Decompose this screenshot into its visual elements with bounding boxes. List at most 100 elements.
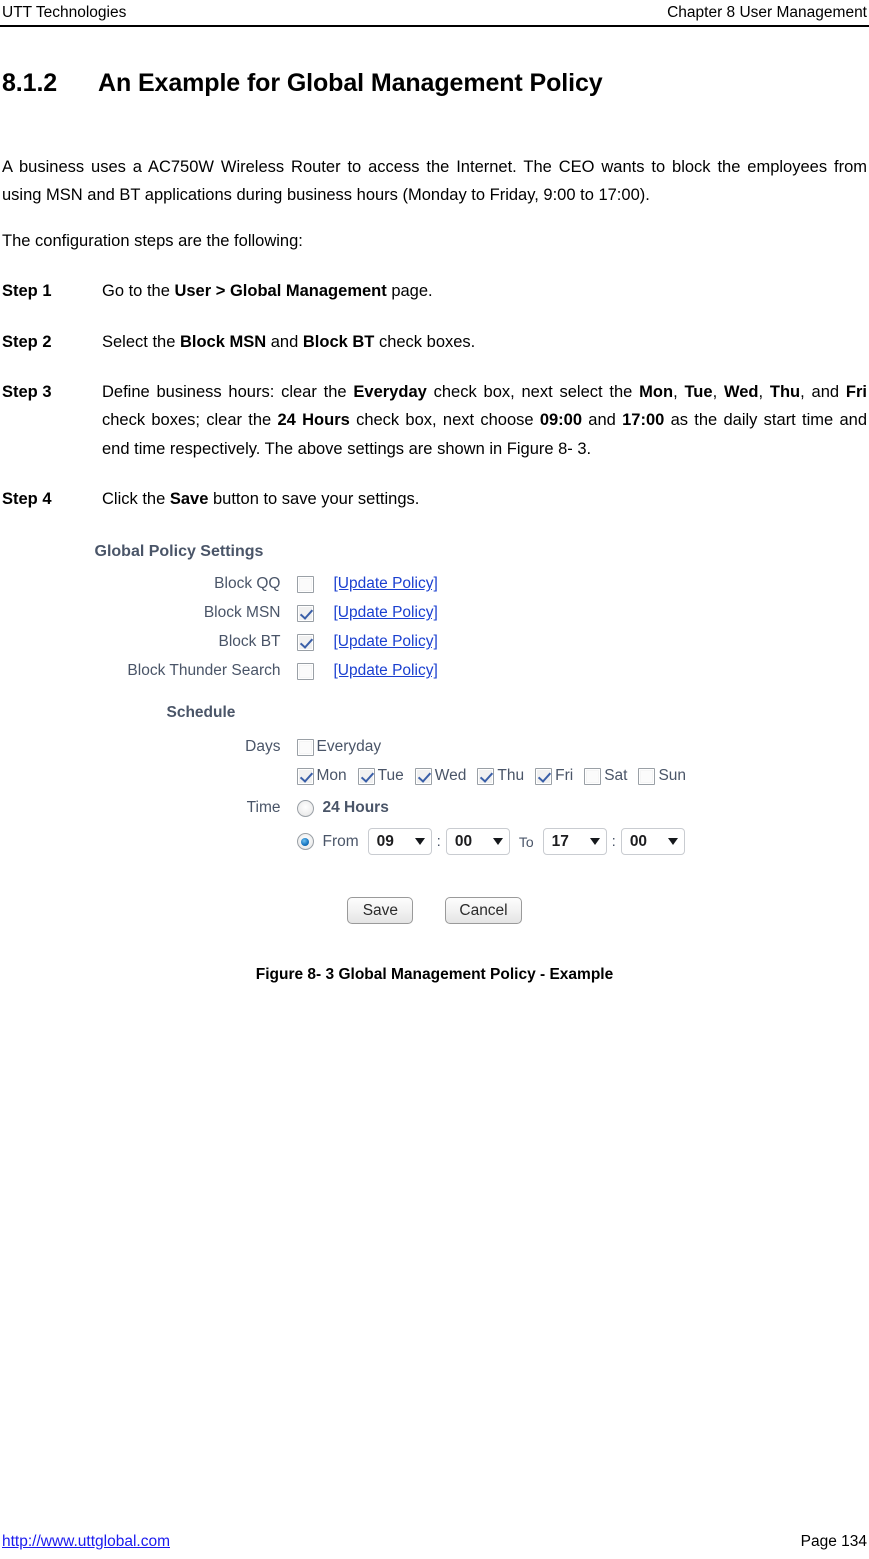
mon-checkbox-group[interactable]: Mon <box>296 767 347 785</box>
schedule-section-header: Schedule <box>85 704 785 722</box>
thu-checkbox[interactable] <box>477 767 495 785</box>
step-item: Step 3 Define business hours: clear the … <box>2 378 867 463</box>
block-bt-checkbox[interactable] <box>296 633 314 651</box>
page-content: 8.1.2 An Example for Global Management Po… <box>0 69 869 984</box>
figure-caption: Figure 8- 3 Global Management Policy - E… <box>255 966 614 984</box>
mon-label: Mon <box>316 767 347 785</box>
step-label: Step 2 <box>2 332 52 351</box>
running-footer: http://www.uttglobal.com Page 134 <box>0 1533 869 1551</box>
24hours-radio[interactable] <box>296 799 314 817</box>
sat-label: Sat <box>604 767 628 785</box>
footer-page-number: Page 134 <box>800 1533 867 1550</box>
step-item: Step 1 Go to the User > Global Managemen… <box>2 277 867 305</box>
days-label: Days <box>245 738 281 756</box>
from-label: From <box>322 832 359 850</box>
router-admin-form: Global Policy Settings Block QQ [Update … <box>85 543 785 925</box>
header-company-name: UTT Technologies <box>2 4 127 22</box>
block-qq-checkbox[interactable] <box>296 575 314 593</box>
block-bt-update-policy-link[interactable]: [Update Policy] <box>334 633 438 651</box>
from-hour-select[interactable]: 09 <box>367 828 432 856</box>
step-label: Step 1 <box>2 282 52 301</box>
global-policy-settings-title: Global Policy Settings <box>94 543 264 561</box>
step-body: Select the Block MSN and Block BT check … <box>102 332 476 351</box>
step-body: Go to the User > Global Management page. <box>102 282 433 301</box>
intro-paragraph: A business uses a AC750W Wireless Router… <box>2 158 867 205</box>
step-item: Step 2 Select the Block MSN and Block BT… <box>2 328 867 356</box>
to-hour-select[interactable]: 17 <box>542 828 607 856</box>
to-hour-value: 17 <box>551 832 569 850</box>
chevron-down-icon <box>589 838 600 846</box>
block-thunder-search-update-policy-link[interactable]: [Update Policy] <box>334 662 438 680</box>
wed-checkbox[interactable] <box>414 767 432 785</box>
wed-label: Wed <box>434 767 467 785</box>
fri-label: Fri <box>555 767 574 785</box>
sat-checkbox[interactable] <box>584 767 602 785</box>
form-action-buttons: Save Cancel <box>85 897 785 925</box>
fri-checkbox[interactable] <box>535 767 553 785</box>
step-body: Click the Save button to save your setti… <box>102 490 420 508</box>
weekday-checkbox-row: Mon Tue Wed Thu Fri Sat Sun <box>85 767 785 785</box>
24hours-label: 24 Hours <box>322 799 389 817</box>
block-qq-update-policy-link[interactable]: [Update Policy] <box>334 575 438 593</box>
sun-label: Sun <box>658 767 687 785</box>
to-time-colon: : <box>611 833 616 851</box>
page-title: 8.1.2 An Example for Global Management Po… <box>2 69 867 98</box>
step-label: Step 4 <box>2 490 52 508</box>
fri-checkbox-group[interactable]: Fri <box>535 767 573 785</box>
to-minute-select[interactable]: 00 <box>620 828 685 856</box>
policy-label: Block BT <box>218 633 281 651</box>
tue-checkbox-group[interactable]: Tue <box>357 767 404 785</box>
chevron-down-icon <box>492 838 503 846</box>
schedule-days-row: Days Everyday <box>85 738 785 756</box>
sun-checkbox[interactable] <box>638 767 656 785</box>
time-24hours-row: Time 24 Hours <box>85 799 785 817</box>
from-radio[interactable] <box>296 833 314 851</box>
policy-row-block-thunder-search: Block Thunder Search [Update Policy] <box>85 662 785 680</box>
header-chapter-title: Chapter 8 User Management <box>667 4 867 22</box>
steps-list: Step 1 Go to the User > Global Managemen… <box>2 277 867 513</box>
policy-row-block-msn: Block MSN [Update Policy] <box>85 604 785 622</box>
sun-checkbox-group[interactable]: Sun <box>638 767 686 785</box>
footer-website-link[interactable]: http://www.uttglobal.com <box>2 1533 170 1551</box>
everyday-label: Everyday <box>316 738 382 756</box>
from-minute-select[interactable]: 00 <box>445 828 510 856</box>
section-number: 8.1.2 <box>2 69 58 97</box>
thu-label: Thu <box>497 767 525 785</box>
from-minute-value: 00 <box>454 832 473 850</box>
chevron-down-icon <box>667 838 678 846</box>
step-body: Define business hours: clear the Everyda… <box>102 382 868 458</box>
block-thunder-search-checkbox[interactable] <box>296 662 314 680</box>
everyday-checkbox-group[interactable]: Everyday <box>296 738 382 756</box>
sat-checkbox-group[interactable]: Sat <box>584 767 627 785</box>
cancel-button[interactable]: Cancel <box>445 897 522 925</box>
chevron-down-icon <box>414 838 425 846</box>
time-range-row: From 09 : 00 To 17 : 00 <box>85 828 785 856</box>
tue-checkbox[interactable] <box>357 767 375 785</box>
to-label: To <box>518 833 534 850</box>
schedule-title: Schedule <box>166 704 236 722</box>
from-time-colon: : <box>436 833 441 851</box>
policy-row-block-bt: Block BT [Update Policy] <box>85 633 785 651</box>
mon-checkbox[interactable] <box>296 767 314 785</box>
24hours-radio-group[interactable]: 24 Hours <box>296 799 389 817</box>
step-label: Step 3 <box>2 382 52 401</box>
time-label: Time <box>246 799 281 817</box>
from-hour-value: 09 <box>376 832 394 850</box>
wed-checkbox-group[interactable]: Wed <box>414 767 467 785</box>
policy-label: Block Thunder Search <box>127 662 281 680</box>
section-heading-text: An Example for Global Management Policy <box>98 69 603 97</box>
policy-row-block-qq: Block QQ [Update Policy] <box>85 575 785 593</box>
thu-checkbox-group[interactable]: Thu <box>477 767 524 785</box>
tue-label: Tue <box>377 767 404 785</box>
block-msn-checkbox[interactable] <box>296 604 314 622</box>
save-button[interactable]: Save <box>347 897 414 925</box>
to-minute-value: 00 <box>629 832 648 850</box>
running-header: UTT Technologies Chapter 8 User Manageme… <box>0 0 869 27</box>
policy-label: Block MSN <box>203 604 281 622</box>
steps-lead-in: The configuration steps are the followin… <box>2 231 303 250</box>
policy-label: Block QQ <box>214 575 281 593</box>
everyday-checkbox[interactable] <box>296 738 314 756</box>
figure-global-management-policy: Global Policy Settings Block QQ [Update … <box>2 543 867 984</box>
block-msn-update-policy-link[interactable]: [Update Policy] <box>334 604 438 622</box>
step-item: Step 4 Click the Save button to save you… <box>2 485 867 513</box>
